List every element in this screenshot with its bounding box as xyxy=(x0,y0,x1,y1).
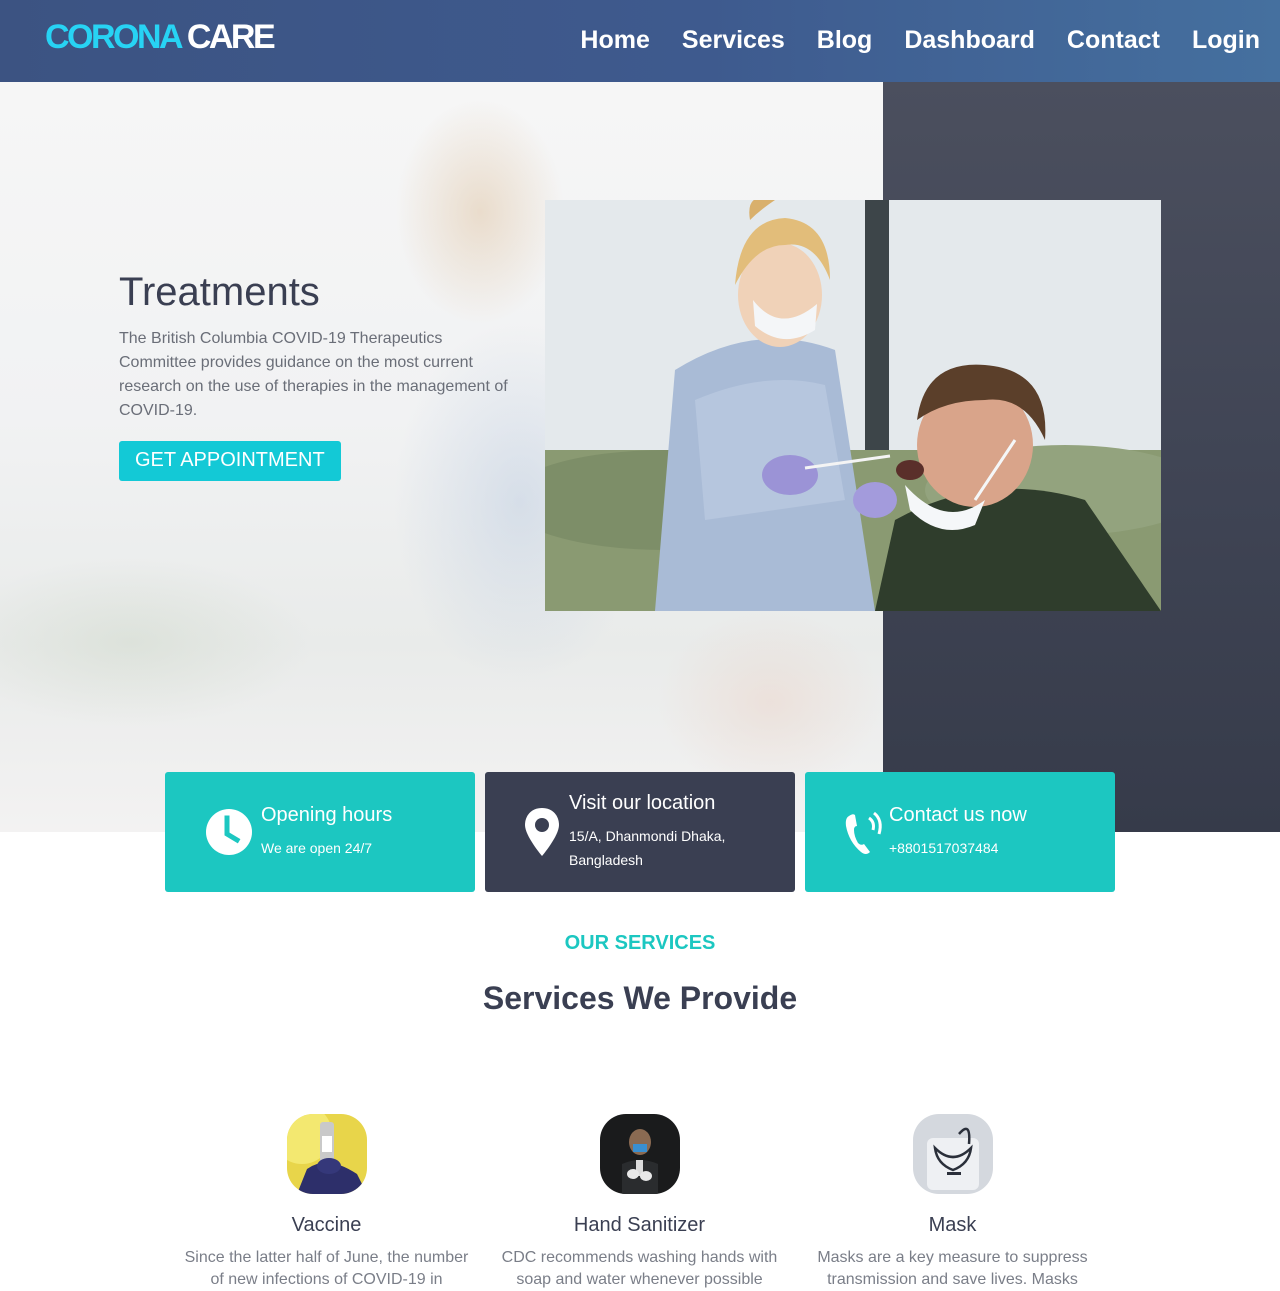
contact-phone[interactable]: +8801517037484 xyxy=(889,836,1089,860)
location-pin-icon xyxy=(525,808,573,856)
phone-icon xyxy=(845,808,893,856)
main-nav: Home Services Blog Dashboard Contact Log… xyxy=(580,26,1260,55)
service-item-hand-sanitizer[interactable]: Hand Sanitizer CDC recommends washing ha… xyxy=(483,1114,796,1291)
nav-dashboard[interactable]: Dashboard xyxy=(904,26,1035,55)
mask-image xyxy=(912,1114,993,1194)
brand-logo[interactable]: CORONA CARE xyxy=(45,18,276,57)
vaccine-image xyxy=(286,1114,367,1194)
service-name-mask: Mask xyxy=(928,1214,977,1236)
opening-hours-text: We are open 24/7 xyxy=(261,840,373,856)
nav-login[interactable]: Login xyxy=(1192,26,1260,55)
services-subtitle: OUR SERVICES xyxy=(564,932,716,954)
brand-part-care: CARE xyxy=(186,18,276,56)
service-desc-vaccine: Since the latter half of June, the numbe… xyxy=(184,1249,469,1288)
service-name-hand-sanitizer: Hand Sanitizer xyxy=(573,1214,706,1236)
hero-image-nurse-swab-test xyxy=(545,200,1161,611)
service-desc-hand-sanitizer: CDC recommends washing hands with soap a… xyxy=(501,1249,778,1288)
contact-card[interactable]: Contact us now +8801517037484 xyxy=(805,772,1115,892)
location-text: 15/A, Dhanmondi Dhaka, Bangladesh xyxy=(569,828,726,868)
navbar: CORONA CARE Home Services Blog Dashboard… xyxy=(0,0,1280,82)
service-item-vaccine[interactable]: Vaccine Since the latter half of June, t… xyxy=(170,1114,483,1291)
hero-description: The British Columbia COVID-19 Therapeuti… xyxy=(119,330,508,419)
contact-title: Contact us now xyxy=(889,804,1027,826)
location-title: Visit our location xyxy=(569,792,716,814)
hero-title: Treatments xyxy=(119,270,320,314)
services-list: Vaccine Since the latter half of June, t… xyxy=(170,1114,1110,1291)
hand-sanitizer-image xyxy=(599,1114,680,1194)
opening-hours-card: Opening hours We are open 24/7 xyxy=(165,772,475,892)
hero-section: Treatments The British Columbia COVID-19… xyxy=(0,82,1280,832)
get-appointment-button[interactable]: GET APPOINTMENT xyxy=(119,441,341,481)
nav-blog[interactable]: Blog xyxy=(817,26,873,55)
opening-hours-title: Opening hours xyxy=(261,804,393,826)
hero-text-block: Treatments The British Columbia COVID-19… xyxy=(119,270,519,481)
nav-services[interactable]: Services xyxy=(682,26,785,55)
clock-icon xyxy=(205,808,253,856)
service-item-mask[interactable]: Mask Masks are a key measure to suppress… xyxy=(796,1114,1109,1291)
info-cards: Opening hours We are open 24/7 Visit our… xyxy=(165,772,1115,892)
nav-home[interactable]: Home xyxy=(580,26,649,55)
location-card: Visit our location 15/A, Dhanmondi Dhaka… xyxy=(485,772,795,892)
services-title: Services We Provide xyxy=(482,980,798,1016)
service-name-vaccine: Vaccine xyxy=(291,1214,362,1236)
nav-contact[interactable]: Contact xyxy=(1067,26,1160,55)
service-desc-mask: Masks are a key measure to suppress tran… xyxy=(817,1249,1088,1288)
brand-part-corona: CORONA xyxy=(45,18,182,56)
